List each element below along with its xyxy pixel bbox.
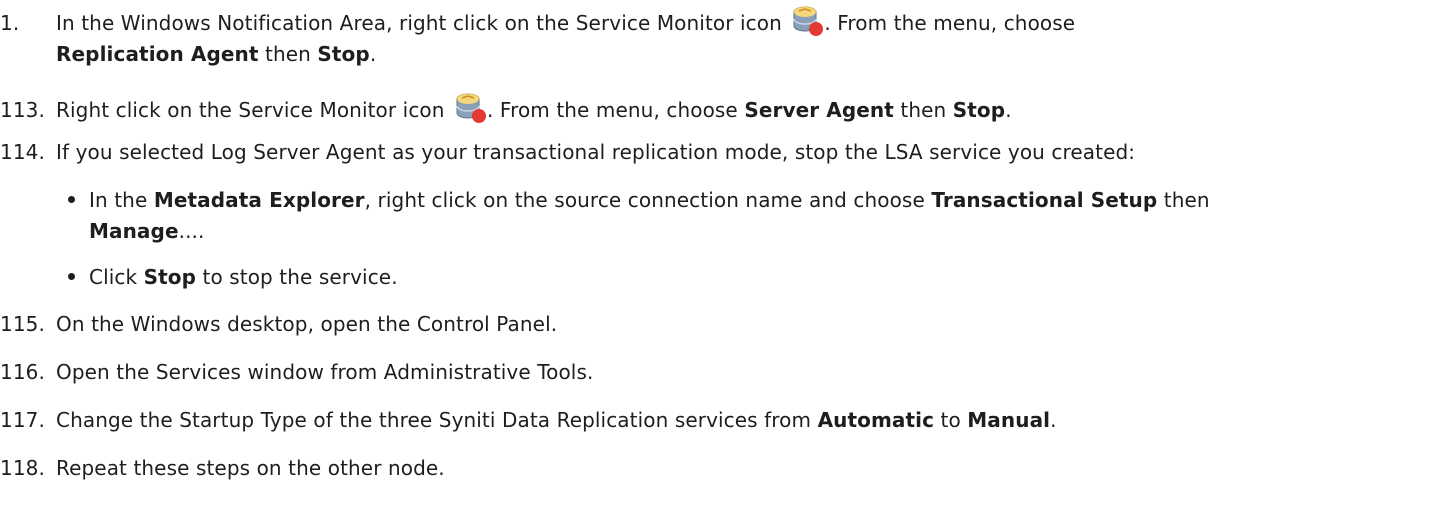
document-page: 1. In the Windows Notification Area, righ… [0,0,1439,508]
step-number: 114. [0,140,45,164]
step-text: Open the Services window from Administra… [56,360,594,384]
step-117: 117. Change the Startup Type of the three… [0,407,1057,433]
menu-item-manage: Manage [89,219,179,243]
menu-item-server-agent: Server Agent [744,98,894,122]
step-text: If you selected Log Server Agent as your… [56,140,1136,164]
bullet-item-1-line-2: Manage.... [89,218,204,244]
step-1-line-1: 1. In the Windows Notification Area, righ… [0,4,1075,38]
step-number: 117. [0,408,45,432]
step-116: 116. Open the Services window from Admini… [0,359,593,385]
step-text: then [258,42,318,66]
step-text: . [369,42,377,66]
step-text: Change the Startup Type of the three Syn… [56,408,818,432]
step-number: 1. [0,11,20,35]
step-text: In the [89,188,154,212]
step-118: 118. Repeat these steps on the other node… [0,455,445,481]
step-113: 113. Right click on the Service Monitor i… [0,91,1012,125]
step-text: to [934,408,968,432]
menu-item-stop: Stop [952,98,1006,122]
step-text: . From the menu, choose [824,11,1076,35]
step-text: to stop the service. [196,265,398,289]
step-text: Repeat these steps on the other node. [56,456,445,480]
step-text: then [893,98,953,122]
service-monitor-icon [793,6,824,36]
bullet-item-1-line-1: In the Metadata Explorer, right click on… [68,187,1210,213]
step-text: Click [89,265,144,289]
step-1-line-2: Replication Agent then Stop. [56,41,376,67]
step-text: , right click on the source connection n… [364,188,932,212]
step-114: 114. If you selected Log Server Agent as … [0,139,1135,165]
bullet-item-2: Click Stop to stop the service. [68,264,398,290]
ui-ref-metadata-explorer: Metadata Explorer [153,188,365,212]
step-number: 116. [0,360,45,384]
step-number: 113. [0,98,45,122]
menu-item-stop: Stop [317,42,370,66]
step-text: On the Windows desktop, open the Control… [56,312,558,336]
step-115: 115. On the Windows desktop, open the Con… [0,311,557,337]
menu-item-transactional-setup: Transactional Setup [931,188,1158,212]
step-text: . [1005,98,1012,122]
option-automatic: Automatic [817,408,935,432]
step-number: 118. [0,456,45,480]
step-text: Right click on the Service Monitor icon [56,98,445,122]
button-ref-stop: Stop [143,265,197,289]
service-monitor-icon [456,93,487,123]
bullet-dot [68,273,75,280]
menu-item-replication-agent: Replication Agent [56,42,259,66]
step-text: In the Windows Notification Area, right … [56,11,782,35]
bullet-dot [68,196,75,203]
step-number: 115. [0,312,45,336]
step-text: then [1157,188,1210,212]
step-text: . From the menu, choose [487,98,745,122]
option-manual: Manual [967,408,1051,432]
step-text: . [1050,408,1057,432]
step-text: .... [178,219,205,243]
